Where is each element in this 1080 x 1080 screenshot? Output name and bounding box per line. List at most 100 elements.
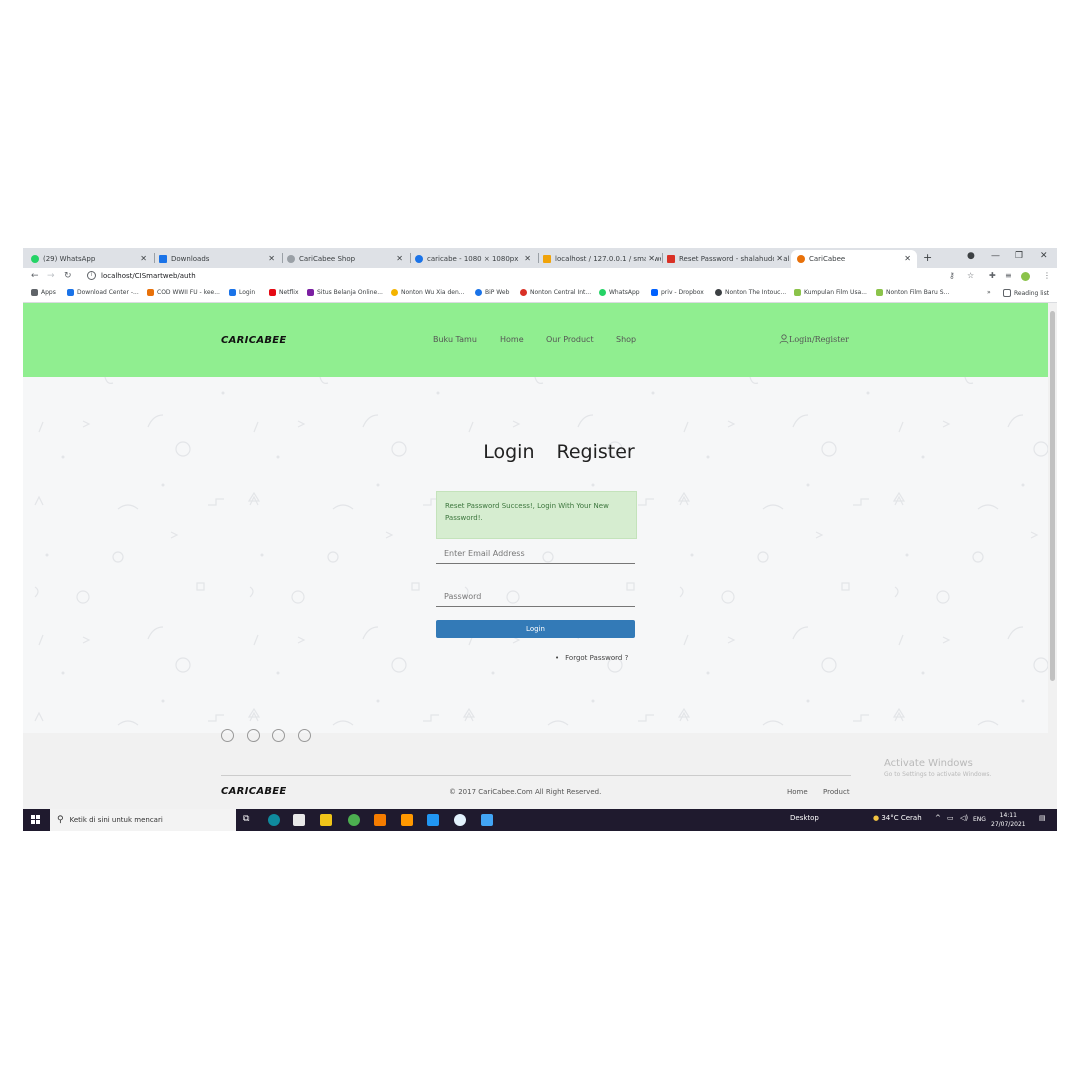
volume-icon[interactable]: ◁) [960, 814, 968, 822]
footer-link-product[interactable]: Product [823, 788, 850, 796]
tab-gmail[interactable]: Reset Password - shalahuddinal ✕ [667, 250, 789, 268]
site-logo[interactable]: CARICABEE [221, 335, 287, 346]
linkedin-icon[interactable] [298, 729, 311, 742]
password-field[interactable] [436, 587, 635, 607]
tab-register[interactable]: Register [557, 441, 635, 463]
taskbar-clock[interactable]: 14:11 27/07/2021 [991, 811, 1026, 829]
clock-date: 27/07/2021 [991, 821, 1026, 828]
scrollbar-thumb[interactable] [1050, 311, 1055, 681]
nav-shop[interactable]: Shop [616, 335, 636, 344]
windows-activation-watermark: Activate Windows Go to Settings to activ… [884, 758, 991, 778]
bookmark-netflix[interactable]: Netflix [269, 289, 299, 296]
minimize-icon[interactable]: — [991, 251, 1000, 261]
store-icon[interactable] [293, 814, 305, 826]
bookmark-film-baru[interactable]: Nonton Film Baru S... [876, 289, 949, 296]
bookmark-label: Kumpulan Film Usa... [804, 289, 867, 296]
bookmark-intouch[interactable]: Nonton The Intouc... [715, 289, 786, 296]
url-field[interactable]: i localhost/CISmartweb/auth [87, 271, 196, 280]
tab-login[interactable]: Login [483, 441, 534, 463]
close-tab-icon[interactable]: ✕ [904, 254, 911, 263]
bookmark-login[interactable]: Login [229, 289, 255, 296]
windows-taskbar: ⚲ Ketik di sini untuk mencari ⧉ Desktop … [23, 809, 1057, 831]
bookmark-kumpulan-film[interactable]: Kumpulan Film Usa... [794, 289, 867, 296]
back-icon[interactable]: ← [31, 271, 39, 281]
forgot-password-link[interactable]: Forgot Password ? [555, 654, 628, 662]
bookmark-download-center[interactable]: Download Center -... [67, 289, 139, 296]
bookmark-icon [391, 289, 398, 296]
maximize-icon[interactable]: ❐ [1015, 251, 1023, 261]
nav-our-product[interactable]: Our Product [546, 335, 594, 344]
close-tab-icon[interactable]: ✕ [646, 254, 655, 263]
star-icon[interactable]: ☆ [967, 271, 974, 280]
nav-buku-tamu[interactable]: Buku Tamu [433, 335, 477, 344]
vscode-icon[interactable] [427, 814, 439, 826]
bookmark-whatsapp[interactable]: WhatsApp [599, 289, 640, 296]
close-tab-icon[interactable]: ✕ [140, 254, 147, 263]
sublime-text-icon[interactable] [401, 814, 413, 826]
tray-overflow-icon[interactable]: ^ [935, 814, 941, 822]
language-indicator[interactable]: ENG [973, 816, 986, 823]
avatar[interactable] [1021, 272, 1030, 281]
network-icon[interactable]: ▭ [947, 814, 954, 822]
bookmark-icon [715, 289, 722, 296]
bookmark-wu-xia[interactable]: Nonton Wu Xia den... [391, 289, 465, 296]
tab-whatsapp[interactable]: (29) WhatsApp ✕ [31, 250, 153, 268]
whatsapp-icon [31, 255, 39, 263]
bookmark-icon [67, 289, 74, 296]
reading-list-button[interactable]: Reading list [1003, 289, 1049, 297]
profile-icon[interactable]: ● [967, 251, 975, 261]
screenshot-frame: (29) WhatsApp ✕ Downloads ✕ CariCabee Sh… [23, 248, 1057, 831]
login-button[interactable]: Login [436, 620, 635, 638]
menu-icon[interactable]: ⋮ [1043, 271, 1051, 280]
task-view-icon[interactable]: ⧉ [243, 814, 255, 826]
reload-icon[interactable]: ↻ [64, 271, 72, 281]
tab-phpmyadmin[interactable]: localhost / 127.0.0.1 / smartweb ✕ [543, 250, 661, 268]
tab-downloads[interactable]: Downloads ✕ [159, 250, 281, 268]
bookmark-central-int[interactable]: Nonton Central Int... [520, 289, 591, 296]
bookmark-label: priv - Dropbox [661, 289, 704, 296]
footer-link-home[interactable]: Home [787, 788, 808, 796]
windows-start-icon[interactable] [31, 815, 41, 825]
close-tab-icon[interactable]: ✕ [524, 254, 531, 263]
edge-icon[interactable] [268, 814, 280, 826]
footer-logo[interactable]: CARICABEE [221, 786, 287, 797]
chrome-icon[interactable] [348, 814, 360, 826]
page-scrollbar[interactable] [1048, 303, 1057, 809]
close-window-icon[interactable]: ✕ [1040, 251, 1048, 261]
tab-divider [538, 253, 539, 263]
bookmark-apps[interactable]: Apps [31, 289, 56, 296]
file-explorer-icon[interactable] [320, 814, 332, 826]
notifications-icon[interactable]: ▤ [1039, 814, 1046, 822]
site-info-icon[interactable]: i [87, 271, 96, 280]
new-tab-icon[interactable]: + [923, 251, 932, 264]
key-icon[interactable]: ⚷ [949, 271, 955, 280]
bookmark-bip-web[interactable]: BiP Web [475, 289, 509, 296]
desktop-toolbar[interactable]: Desktop [790, 814, 819, 822]
app-icon[interactable] [454, 814, 466, 826]
nav-home[interactable]: Home [500, 335, 524, 344]
bookmark-cod[interactable]: COD WWII FU - kee... [147, 289, 220, 296]
email-field[interactable] [436, 544, 635, 564]
twitter-icon[interactable] [247, 729, 260, 742]
forward-icon[interactable]: → [47, 271, 55, 281]
instagram-icon[interactable] [272, 729, 285, 742]
close-tab-icon[interactable]: ✕ [396, 254, 403, 263]
login-register-link[interactable]: Login/Register [779, 334, 849, 344]
bookmark-dropbox[interactable]: priv - Dropbox [651, 289, 704, 296]
bookmark-label: BiP Web [485, 289, 510, 296]
close-tab-icon[interactable]: ✕ [268, 254, 275, 263]
mail-icon[interactable] [481, 814, 493, 826]
tab-title: (29) WhatsApp [43, 255, 96, 263]
bookmark-situs-belanja[interactable]: Situs Belanja Online... [307, 289, 383, 296]
xampp-icon[interactable] [374, 814, 386, 826]
tab-caricabee-shop[interactable]: CariCabee Shop ✕ [287, 250, 409, 268]
close-tab-icon[interactable]: ✕ [774, 254, 783, 263]
tab-caricabe-image[interactable]: caricabe - 1080 × 1080px ✕ [415, 250, 537, 268]
reading-mode-icon[interactable]: ≡ [1005, 271, 1012, 280]
weather-widget[interactable]: ● 34°C Cerah [873, 814, 922, 822]
taskbar-search-box[interactable]: ⚲ Ketik di sini untuk mencari [50, 809, 236, 831]
facebook-icon[interactable] [221, 729, 234, 742]
tab-caricabee-active[interactable]: CariCabee ✕ [791, 250, 917, 268]
more-bookmarks-icon[interactable]: » [987, 289, 991, 296]
extensions-icon[interactable]: ✚ [989, 271, 996, 280]
